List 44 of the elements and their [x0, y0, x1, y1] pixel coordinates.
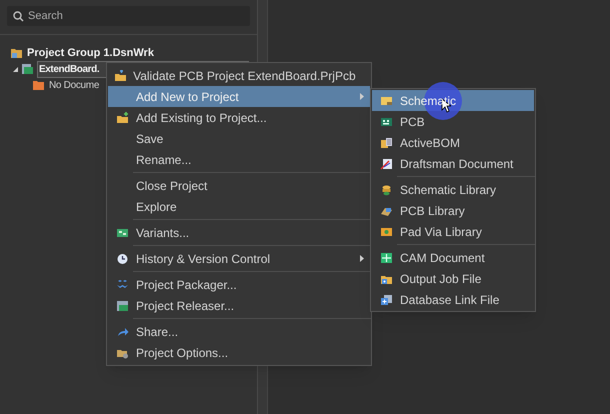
menu-item[interactable]: Project Releaser...: [108, 295, 370, 316]
menu-item[interactable]: Output Job File: [372, 268, 534, 289]
menu-item[interactable]: Schematic Library: [372, 179, 534, 200]
project-item[interactable]: Project Group 1.DsnWrk: [26, 44, 155, 62]
menu-item[interactable]: ActiveBOM: [372, 132, 534, 153]
drafting-icon: [380, 158, 392, 170]
document-icon: [380, 136, 392, 148]
clock-icon: [116, 252, 128, 264]
menu-item[interactable]: Project Packager...: [108, 274, 370, 295]
circuit-board-icon: [380, 116, 392, 128]
stack-icon: [380, 184, 392, 196]
menu-item[interactable]: Share...: [108, 321, 370, 342]
folder-plus-icon: [114, 70, 128, 82]
menu-item[interactable]: Save: [108, 128, 370, 149]
menu-item[interactable]: Rename...: [108, 149, 370, 170]
grid-icon: [380, 252, 392, 264]
menu-item[interactable]: Draftsman Document: [372, 153, 534, 174]
menu-item[interactable]: Close Project: [108, 175, 370, 196]
search-icon: [13, 11, 24, 22]
menu-item[interactable]: Validate PCB Project ExtendBoard.PrjPcb: [108, 65, 370, 86]
menu-item[interactable]: Pad Via Library: [372, 221, 534, 242]
menu-item[interactable]: Project Options...: [108, 342, 370, 363]
menu-item[interactable]: PCB Library: [372, 200, 534, 221]
folder-icon: [32, 79, 45, 91]
folder-icon: [10, 47, 23, 59]
tree-item[interactable]: No Docume: [48, 78, 100, 92]
project-icon: [21, 63, 34, 75]
menu-item[interactable]: History & Version Control: [108, 248, 370, 269]
expand-arrow-icon[interactable]: [13, 66, 18, 72]
folder-plus-icon: [116, 112, 128, 124]
menu-item[interactable]: Add Existing to Project...: [108, 107, 370, 128]
menu-item[interactable]: CAM Document: [372, 247, 534, 268]
menu-item[interactable]: Database Link File: [372, 289, 534, 310]
menu-item[interactable]: Explore: [108, 196, 370, 217]
pad-icon: [380, 226, 392, 238]
project-item[interactable]: ExtendBoard.: [38, 62, 100, 76]
menu-item[interactable]: PCB: [372, 111, 534, 132]
database-icon: [380, 294, 392, 306]
menu-item[interactable]: Add New to Project: [108, 86, 370, 107]
menu-item[interactable]: Variants...: [108, 222, 370, 243]
board-icon: [116, 226, 128, 238]
arrow-icon: [116, 326, 128, 338]
document-icon: [116, 300, 128, 312]
search-field[interactable]: Search: [7, 6, 250, 26]
